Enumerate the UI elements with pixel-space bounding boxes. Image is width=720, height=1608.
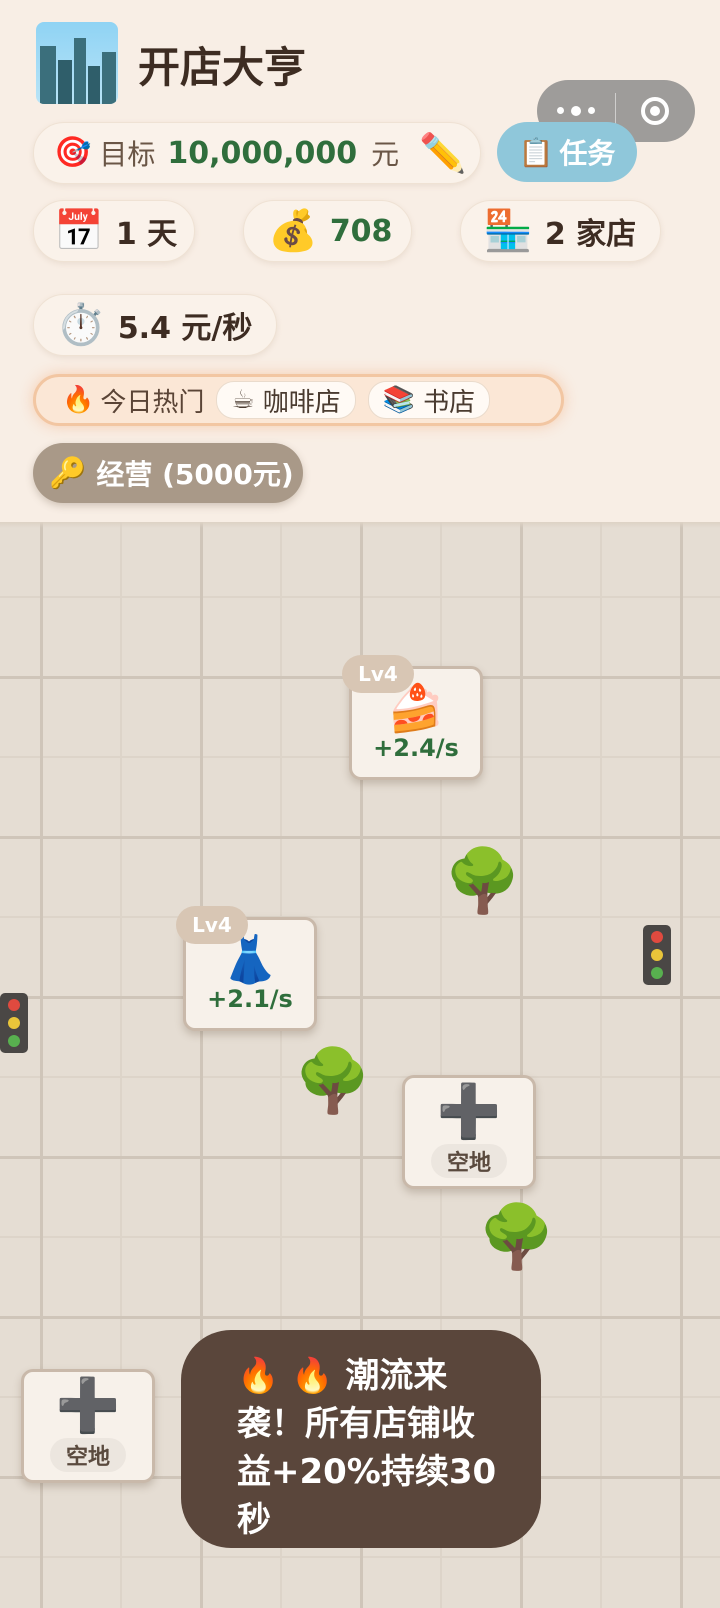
level-badge: Lv4 — [176, 906, 248, 944]
hot-chip-coffee-shop: ☕ 咖啡店 — [216, 381, 356, 419]
empty-lot[interactable]: ➕ 空地 — [21, 1369, 155, 1483]
income-rate: ⏱️ 5.4 元/秒 — [33, 294, 277, 356]
app-logo-icon — [36, 22, 118, 104]
hot-chip-bookstore: 📚 书店 — [367, 381, 491, 419]
day-counter: 📅 1 天 — [33, 200, 195, 262]
shop-dress[interactable]: Lv4 👗 +2.1/s — [176, 906, 317, 1031]
plus-icon: ➕ — [436, 1082, 502, 1142]
tree-icon: 🌳 — [444, 844, 522, 917]
more-options-icon[interactable] — [537, 105, 615, 116]
level-badge: Lv4 — [342, 655, 414, 693]
hot-today-bar: 🔥 今日热门 ☕ 咖啡店 📚 书店 — [33, 374, 564, 426]
hot-chip-label: 咖啡店 — [262, 387, 341, 418]
books-icon: 📚 — [382, 385, 416, 415]
tree-icon: 🌳 — [294, 1044, 372, 1117]
clipboard-icon: 📋 — [518, 135, 554, 169]
day-value: 1 天 — [115, 217, 178, 252]
goal-unit: 元 — [371, 138, 400, 171]
income-rate-value: 5.4 元/秒 — [117, 311, 253, 346]
traffic-light-icon — [643, 925, 671, 985]
shop-cake[interactable]: Lv4 🍰 +2.4/s — [342, 655, 483, 780]
target-icon: 🎯 — [54, 135, 92, 170]
cash-value: 708 — [329, 213, 393, 249]
hot-chip-label: 书店 — [423, 387, 476, 418]
shop-counter: 🏪 2 家店 — [460, 200, 661, 262]
empty-lot[interactable]: ➕ 空地 — [402, 1075, 536, 1189]
task-button-label: 任务 — [559, 137, 616, 170]
coffee-icon: ☕ — [231, 385, 255, 415]
empty-lot-label: 空地 — [430, 1144, 507, 1178]
goal-label: 目标 — [99, 138, 156, 171]
shop-income: +2.1/s — [207, 985, 293, 1014]
goal-amount: 10,000,000 — [167, 135, 358, 171]
header: 开店大亨 🎯 目标 10,000,000 元 ✏️ 📋 任务 📅 1 天 💰 7… — [0, 0, 720, 522]
trend-event-toast: 🔥 🔥 潮流来袭！所有店铺收益+20%持续30秒 — [181, 1330, 541, 1548]
key-icon: 🔑 — [49, 455, 87, 491]
map-divider — [0, 522, 720, 528]
shop-count-value: 2 家店 — [544, 217, 637, 252]
operate-button[interactable]: 🔑 经营 (5000元) — [33, 443, 303, 503]
convenience-store-icon: 🏪 — [483, 208, 533, 254]
calendar-icon: 📅 — [54, 208, 104, 254]
shop-income: +2.4/s — [373, 734, 459, 763]
goal-bar: 🎯 目标 10,000,000 元 ✏️ — [33, 122, 481, 184]
app-title: 开店大亨 — [138, 43, 307, 92]
cash-counter: 💰 708 — [243, 200, 412, 262]
empty-lot-label: 空地 — [49, 1438, 126, 1472]
hot-today-label: 今日热门 — [100, 387, 205, 418]
fire-icon: 🔥 — [62, 385, 95, 415]
money-bag-icon: 💰 — [268, 208, 318, 254]
stopwatch-icon: ⏱️ — [56, 302, 106, 348]
tree-icon: 🌳 — [478, 1200, 556, 1273]
operate-button-label: 经营 (5000元) — [96, 458, 294, 491]
plus-icon: ➕ — [55, 1376, 121, 1436]
close-mini-program-icon[interactable] — [616, 97, 694, 125]
edit-goal-icon[interactable]: ✏️ — [419, 131, 466, 176]
task-button[interactable]: 📋 任务 — [497, 122, 637, 182]
traffic-light-icon — [0, 993, 28, 1053]
